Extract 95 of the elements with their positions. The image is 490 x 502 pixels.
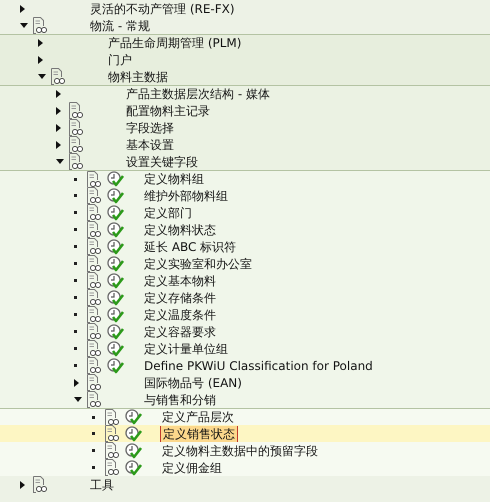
tree-node-label[interactable]: 定义产品层次 — [160, 409, 236, 425]
bullet-icon — [92, 432, 95, 435]
tree-node-label[interactable]: 定义销售状态 — [160, 426, 238, 442]
bullet-icon — [74, 178, 77, 180]
tree-node-label[interactable]: 门户 — [106, 52, 134, 68]
document-glasses-icon[interactable] — [104, 459, 119, 476]
tree-node-label[interactable]: 定义物料组 — [142, 171, 206, 187]
document-glasses-icon[interactable] — [86, 391, 101, 408]
document-glasses-icon[interactable] — [86, 323, 101, 340]
document-glasses-icon[interactable] — [68, 119, 83, 136]
bullet-icon — [74, 296, 77, 299]
expand-icon[interactable] — [20, 480, 25, 488]
bullet-icon — [74, 330, 77, 333]
bullet-icon — [74, 245, 77, 248]
document-glasses-icon[interactable] — [86, 221, 101, 238]
tree-node-label[interactable]: 字段选择 — [124, 120, 176, 136]
tree-node-label[interactable]: 定义存储条件 — [142, 290, 218, 306]
clock-check-icon[interactable] — [107, 222, 124, 238]
bullet-icon — [74, 228, 77, 231]
tree-node-label[interactable]: 国际物品号 (EAN) — [142, 374, 244, 390]
expand-icon[interactable] — [38, 56, 43, 64]
expand-icon[interactable] — [56, 124, 61, 132]
bullet-icon — [74, 194, 77, 197]
bullet-icon — [74, 313, 77, 316]
clock-check-icon[interactable] — [125, 426, 142, 442]
clock-check-icon[interactable] — [125, 442, 142, 458]
tree-node-label[interactable]: 定义物料状态 — [142, 222, 218, 238]
document-glasses-icon[interactable] — [68, 136, 83, 153]
document-glasses-icon[interactable] — [104, 425, 119, 442]
collapse-icon[interactable] — [38, 74, 46, 79]
tree-node-label[interactable]: 产品主数据层次结构 - 媒体 — [124, 86, 272, 102]
expand-icon[interactable] — [38, 39, 43, 47]
document-glasses-icon[interactable] — [86, 289, 101, 306]
tree-node-label[interactable]: 维护外部物料组 — [142, 188, 230, 204]
clock-check-icon[interactable] — [107, 188, 124, 204]
bullet-icon — [74, 364, 77, 367]
tree-node-label[interactable]: 物料主数据 — [106, 68, 170, 84]
tree-node-label[interactable]: 配置物料主记录 — [124, 102, 212, 118]
document-glasses-icon[interactable] — [86, 171, 101, 187]
document-glasses-icon[interactable] — [86, 187, 101, 204]
bullet-icon — [74, 347, 77, 350]
document-glasses-icon[interactable] — [104, 409, 119, 425]
clock-check-icon[interactable] — [125, 460, 142, 476]
document-glasses-icon[interactable] — [50, 68, 65, 85]
expand-icon[interactable] — [74, 378, 79, 386]
document-glasses-icon[interactable] — [86, 255, 101, 272]
tree-node-label[interactable]: 定义计量单位组 — [142, 340, 230, 356]
bullet-icon — [92, 449, 95, 452]
document-glasses-icon[interactable] — [32, 17, 47, 34]
expand-icon[interactable] — [56, 140, 61, 148]
document-glasses-icon[interactable] — [86, 204, 101, 221]
expand-icon[interactable] — [56, 90, 61, 98]
document-glasses-icon[interactable] — [68, 153, 83, 170]
clock-check-icon[interactable] — [107, 324, 124, 340]
collapse-icon[interactable] — [20, 23, 28, 28]
tree-node-label[interactable]: 定义佣金组 — [160, 460, 224, 476]
bullet-icon — [92, 416, 95, 418]
clock-check-icon[interactable] — [107, 256, 124, 272]
tree-node-label[interactable]: 工具 — [88, 476, 116, 492]
tree-node-label[interactable]: 定义温度条件 — [142, 306, 218, 322]
clock-check-icon[interactable] — [125, 409, 142, 425]
clock-check-icon[interactable] — [107, 204, 124, 220]
clock-check-icon[interactable] — [107, 171, 124, 187]
clock-check-icon[interactable] — [107, 238, 124, 254]
collapse-icon[interactable] — [56, 159, 64, 164]
collapse-icon[interactable] — [74, 397, 82, 402]
clock-check-icon[interactable] — [107, 306, 124, 322]
tree-node-label[interactable]: 设置关键字段 — [124, 154, 200, 170]
tree-node-label[interactable]: 基本设置 — [124, 136, 176, 152]
expand-icon[interactable] — [20, 4, 25, 12]
document-glasses-icon[interactable] — [86, 340, 101, 357]
document-glasses-icon[interactable] — [86, 238, 101, 255]
document-glasses-icon[interactable] — [32, 476, 47, 493]
document-glasses-icon[interactable] — [86, 272, 101, 289]
expand-icon[interactable] — [56, 106, 61, 114]
bullet-icon — [92, 466, 95, 469]
tree-node-label[interactable]: 物流 - 常规 — [88, 18, 152, 34]
tree-node-label[interactable]: 定义容器要求 — [142, 324, 218, 340]
clock-check-icon[interactable] — [107, 358, 124, 374]
document-glasses-icon[interactable] — [68, 102, 83, 119]
bullet-icon — [74, 262, 77, 265]
tree-node-label[interactable]: 定义部门 — [142, 204, 194, 220]
clock-check-icon[interactable] — [107, 290, 124, 306]
tree-node-label[interactable]: 延长 ABC 标识符 — [142, 238, 238, 254]
tree-node-label[interactable]: 定义基本物料 — [142, 272, 218, 288]
clock-check-icon[interactable] — [107, 272, 124, 288]
document-glasses-icon[interactable] — [86, 357, 101, 374]
document-glasses-icon[interactable] — [104, 442, 119, 459]
bullet-icon — [74, 279, 77, 282]
bullet-icon — [74, 211, 77, 214]
clock-check-icon[interactable] — [107, 340, 124, 356]
document-glasses-icon[interactable] — [86, 374, 101, 391]
tree-node-label[interactable]: 与销售和分销 — [142, 392, 218, 408]
tree-node-label[interactable]: 灵活的不动产管理 (RE-FX) — [88, 0, 237, 16]
document-glasses-icon[interactable] — [86, 306, 101, 323]
